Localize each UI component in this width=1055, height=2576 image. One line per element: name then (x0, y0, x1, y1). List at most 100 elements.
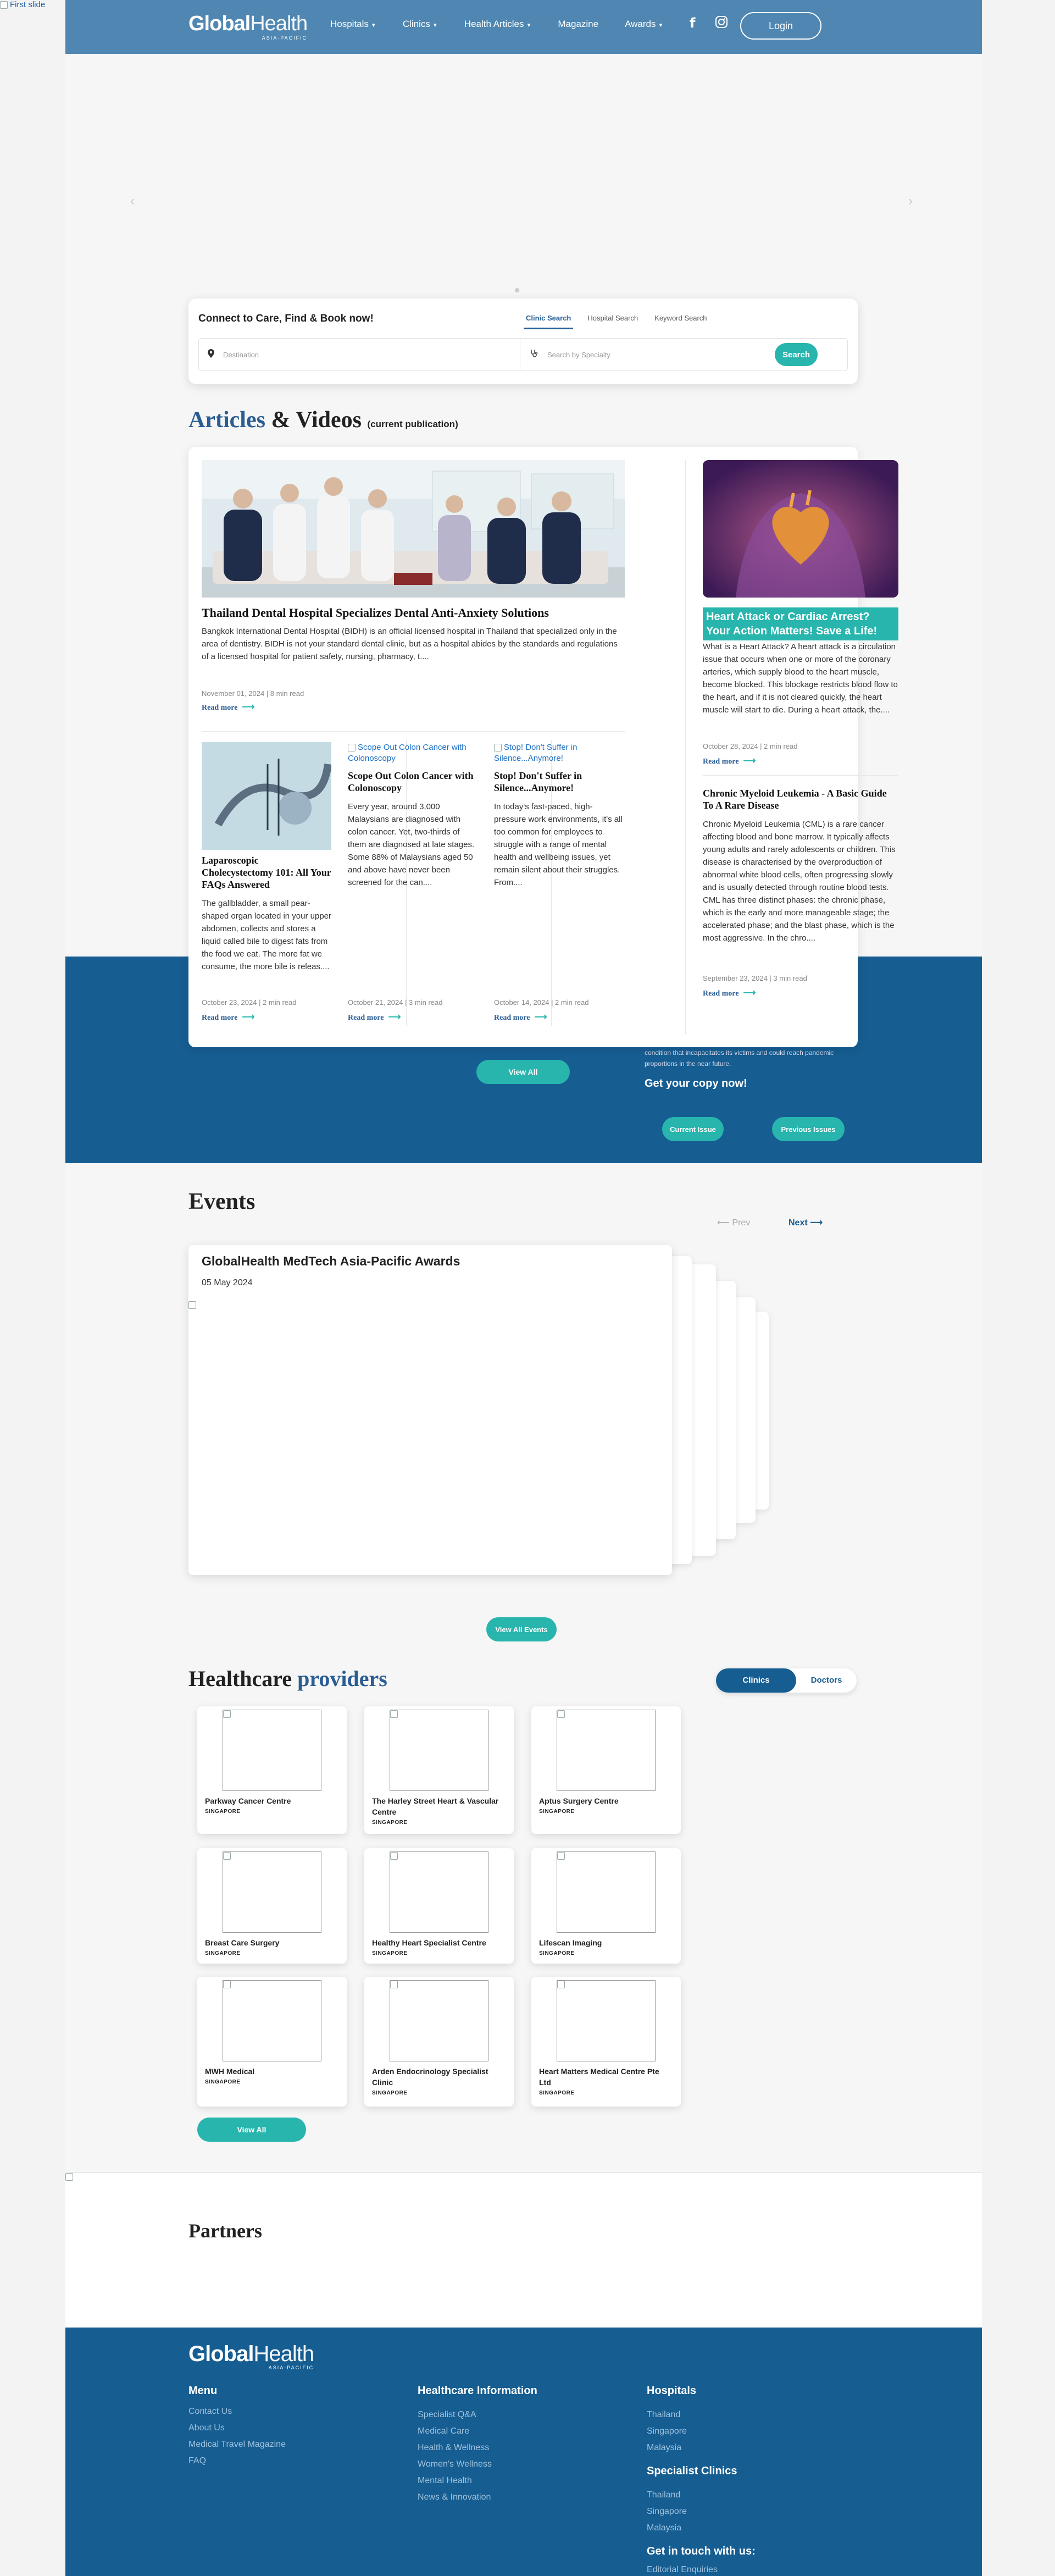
footer-link-news-innovation[interactable]: News & Innovation (418, 2492, 491, 2502)
side-read-more-link[interactable]: Read more ⟶ (703, 987, 756, 998)
toggle-doctors[interactable]: Doctors (796, 1668, 857, 1693)
provider-card[interactable]: MWH Medical SINGAPORE (197, 1977, 347, 2107)
tab-clinic-search[interactable]: Clinic Search (524, 312, 574, 329)
arrow-right-icon: ⟶ (743, 756, 756, 766)
provider-location: SINGAPORE (539, 2090, 575, 2096)
carousel-next-icon[interactable]: › (908, 194, 913, 209)
featured-article-image[interactable] (202, 460, 625, 598)
instagram-icon[interactable] (715, 15, 728, 32)
article-image[interactable]: Stop! Don't Suffer in Silence...Anymore! (494, 742, 593, 764)
footer-info-title: Healthcare Information (418, 2385, 537, 2397)
footer-link-hospitals-thailand[interactable]: Thailand (647, 2410, 680, 2420)
nav-magazine[interactable]: Magazine (558, 19, 598, 30)
article-image[interactable] (202, 742, 331, 850)
view-all-events-button[interactable]: View All Events (486, 1617, 557, 1641)
nav-hospitals[interactable]: Hospitals ▼ (330, 19, 376, 30)
footer-link-about[interactable]: About Us (188, 2423, 225, 2433)
article-meta: October 21, 2024 | 3 min read (348, 998, 443, 1007)
article-read-more-link[interactable]: Read more ⟶ (202, 1011, 254, 1022)
article-read-more-link[interactable]: Read more ⟶ (494, 1011, 547, 1022)
carousel-prev-icon[interactable]: ‹ (130, 194, 135, 209)
provider-name-text: Healthy Heart Specialist Centre (372, 1938, 486, 1947)
article-image[interactable]: Scope Out Colon Cancer with Colonoscopy (348, 742, 491, 764)
chevron-down-icon: ▼ (432, 23, 438, 29)
footer-link-clinics-thailand[interactable]: Thailand (647, 2490, 680, 2500)
nav-health-articles[interactable]: Health Articles ▼ (464, 19, 532, 30)
provider-card[interactable]: Lifescan Imaging SINGAPORE (531, 1848, 681, 1964)
provider-card[interactable]: Healthy Heart Specialist Centre SINGAPORE (364, 1848, 514, 1964)
current-issue-button[interactable]: Current Issue (662, 1117, 724, 1141)
specialty-field[interactable]: Search by Specialty (521, 339, 774, 371)
destination-field[interactable]: Destination (199, 339, 520, 371)
footer-logo[interactable]: GlobalHealth ASIA-PACIFIC (188, 2342, 314, 2370)
article-title[interactable]: Laparoscopic Cholecystectomy 101: All Yo… (202, 854, 331, 891)
provider-name: Heart Matters Medical Centre Pte Ltd SING… (539, 2066, 673, 2099)
site-logo[interactable]: GlobalHealth ASIA-PACIFIC (188, 12, 308, 41)
side-article-title[interactable]: Heart Attack or Cardiac Arrest? Your Act… (703, 607, 898, 640)
featured-article-title[interactable]: Thailand Dental Hospital Specializes Den… (202, 606, 625, 620)
footer-link-specialist-qa[interactable]: Specialist Q&A (418, 2410, 476, 2420)
article-title[interactable]: Scope Out Colon Cancer with Colonoscopy (348, 770, 477, 794)
event-card[interactable]: GlobalHealth MedTech Asia-Pacific Awards… (188, 1245, 672, 1575)
footer-link-clinics-singapore[interactable]: Singapore (647, 2507, 687, 2517)
facebook-icon[interactable]: f (690, 15, 695, 31)
provider-card[interactable]: The Harley Street Heart & Vascular Centr… (364, 1706, 514, 1834)
footer-link-mental-health[interactable]: Mental Health (418, 2476, 472, 2486)
articles-view-all-button[interactable]: View All (476, 1060, 570, 1084)
footer-link-hospitals-singapore[interactable]: Singapore (647, 2426, 687, 2436)
footer-link-faq[interactable]: FAQ (188, 2456, 206, 2466)
nav-clinics[interactable]: Clinics ▼ (403, 19, 438, 30)
footer-link-health-wellness[interactable]: Health & Wellness (418, 2443, 489, 2453)
footer-link-magazine[interactable]: Medical Travel Magazine (188, 2440, 286, 2450)
footer-link-clinics-malaysia[interactable]: Malaysia (647, 2523, 681, 2533)
get-copy-heading: Get your copy now! (645, 1077, 747, 1090)
provider-name-text: Heart Matters Medical Centre Pte Ltd (539, 2067, 659, 2087)
provider-name-text: Breast Care Surgery (205, 1938, 280, 1947)
footer-link-medical-care[interactable]: Medical Care (418, 2426, 469, 2436)
nav-awards[interactable]: Awards ▼ (625, 19, 663, 30)
provider-image (223, 1710, 321, 1791)
provider-card[interactable]: Breast Care Surgery SINGAPORE (197, 1848, 347, 1964)
site-header: GlobalHealth ASIA-PACIFIC Hospitals ▼ Cli… (65, 0, 982, 54)
article-read-more-link[interactable]: Read more ⟶ (348, 1011, 401, 1022)
arrow-right-icon: ⟶ (388, 1013, 401, 1022)
tab-keyword-search[interactable]: Keyword Search (652, 312, 709, 329)
footer-link-contact[interactable]: Contact Us (188, 2407, 232, 2417)
arrow-right-icon: ⟶ (534, 1013, 547, 1022)
arrow-right-icon: ⟶ (242, 703, 255, 712)
events-prev-button[interactable]: ⟵ Prev (717, 1217, 750, 1228)
provider-card[interactable]: Aptus Surgery Centre SINGAPORE (531, 1706, 681, 1834)
specialty-input[interactable]: Search by Specialty (547, 351, 610, 359)
footer-link-womens-wellness[interactable]: Women's Wellness (418, 2459, 492, 2469)
provider-name: Aptus Surgery Centre SINGAPORE (539, 1795, 673, 1817)
event-image (188, 1301, 196, 1309)
article-title[interactable]: Stop! Don't Suffer in Silence...Anymore! (494, 770, 624, 794)
tab-hospital-search[interactable]: Hospital Search (585, 312, 640, 329)
destination-input[interactable]: Destination (223, 351, 259, 359)
provider-name-text: Lifescan Imaging (539, 1938, 602, 1947)
side-read-more-link[interactable]: Read more ⟶ (703, 755, 756, 766)
footer-link-editorial[interactable]: Editorial Enquiries (647, 2565, 718, 2575)
providers-view-all-button[interactable]: View All (197, 2118, 306, 2142)
events-next-button[interactable]: Next ⟶ (789, 1217, 823, 1228)
broken-image-icon (223, 1852, 231, 1860)
search-button[interactable]: Search (775, 343, 818, 366)
event-title: GlobalHealth MedTech Asia-Pacific Awards (202, 1254, 460, 1268)
provider-name: MWH Medical SINGAPORE (205, 2066, 339, 2088)
heart-article-image[interactable] (703, 460, 898, 598)
previous-issues-button[interactable]: Previous Issues (772, 1117, 845, 1141)
divider (202, 731, 625, 732)
login-button[interactable]: Login (740, 12, 821, 40)
featured-read-more-link[interactable]: Read more ⟶ (202, 701, 254, 712)
provider-card[interactable]: Arden Endocrinology Specialist Clinic SIN… (364, 1977, 514, 2107)
carousel-indicator[interactable] (515, 288, 519, 292)
footer-link-hospitals-malaysia[interactable]: Malaysia (647, 2443, 681, 2453)
side-article-title[interactable]: Chronic Myeloid Leukemia - A Basic Guide… (703, 787, 898, 811)
toggle-clinics[interactable]: Clinics (716, 1668, 796, 1693)
provider-card[interactable]: Heart Matters Medical Centre Pte Ltd SING… (531, 1977, 681, 2107)
provider-card[interactable]: Parkway Cancer Centre SINGAPORE (197, 1706, 347, 1834)
provider-location: SINGAPORE (539, 1950, 575, 1956)
broken-image-icon (390, 1852, 398, 1860)
provider-name: Breast Care Surgery SINGAPORE (205, 1937, 339, 1959)
article-excerpt: In today's fast-paced, high-pressure wor… (494, 802, 623, 887)
